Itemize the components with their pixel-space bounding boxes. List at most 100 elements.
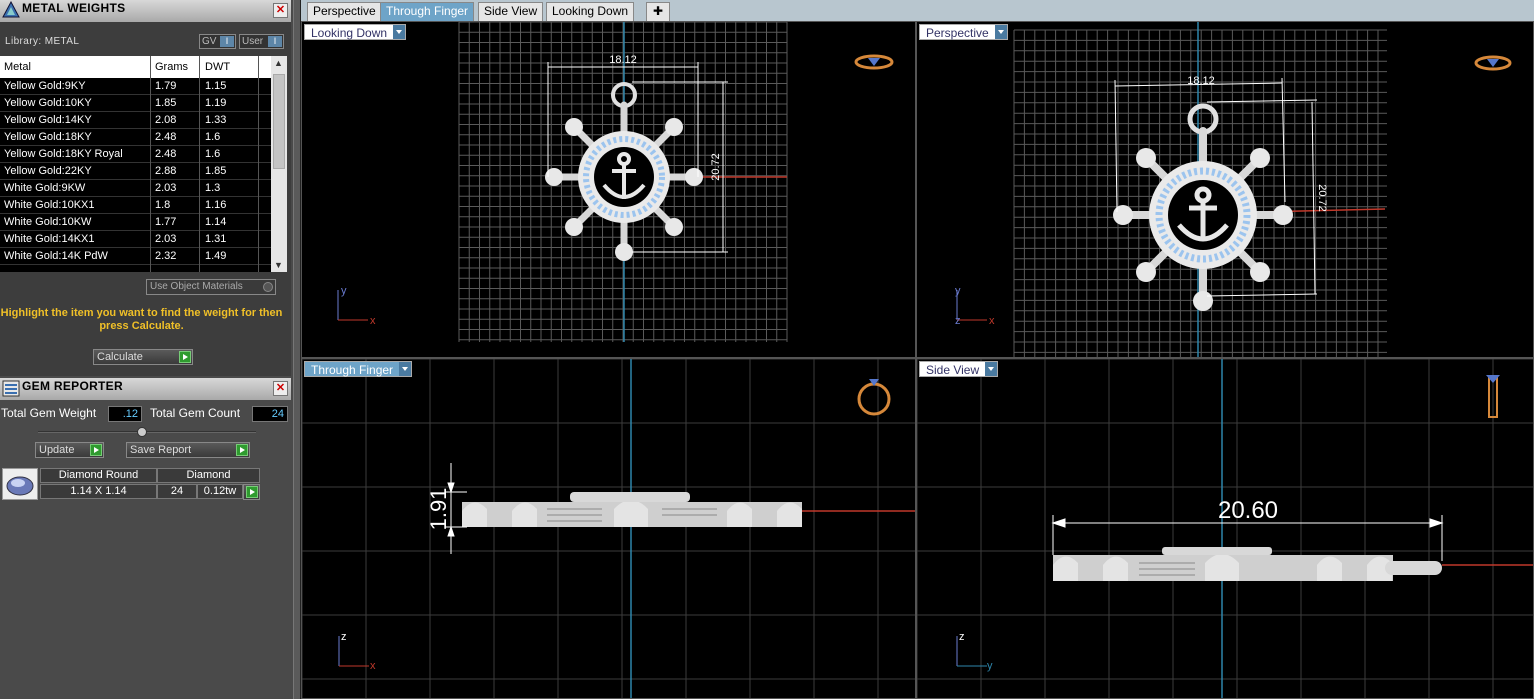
viewport-perspective[interactable]: 18.12 20.72 y z x Perspective (916, 21, 1534, 358)
viewport-menu-looking-down[interactable]: Looking Down (304, 24, 407, 40)
cell-metal: White Gold:14KX1 (4, 233, 95, 245)
column-header-dwt[interactable]: DWT (205, 61, 230, 73)
calculate-button[interactable]: Calculate (93, 349, 193, 365)
pendant-model[interactable] (545, 82, 703, 261)
viewport-canvas[interactable]: 18.12 20.72 y x (302, 22, 916, 358)
table-row[interactable]: White Gold:9KW 2.03 1.3 (0, 180, 287, 197)
cell-metal: White Gold:9KW (4, 182, 86, 194)
hint-text: Highlight the item you want to find the … (0, 307, 283, 332)
table-row[interactable]: White Gold:10KW 1.77 1.14 (0, 214, 287, 231)
cell-dwt: 1.14 (205, 216, 227, 228)
tab-perspective[interactable]: Perspective (307, 2, 382, 21)
view-orientation-icon[interactable] (854, 54, 894, 70)
panel-splitter[interactable] (293, 0, 301, 699)
cell-metal: Yellow Gold:10KY (4, 97, 92, 109)
metal-table-scrollbar[interactable]: ▲ ▼ (271, 56, 287, 272)
tab-side-view[interactable]: Side View (478, 2, 544, 21)
toggle-indicator-icon: I (268, 36, 282, 47)
dim-length-label: 20.60 (1218, 497, 1278, 524)
scroll-thumb[interactable] (273, 74, 285, 169)
slider-track[interactable] (38, 431, 256, 433)
viewport-menu-through-finger[interactable]: Through Finger (304, 361, 413, 377)
chevron-down-icon (393, 25, 406, 39)
slider-handle[interactable] (137, 427, 147, 437)
table-row[interactable]: Yellow Gold:10KY 1.85 1.19 (0, 95, 287, 112)
update-label: Update (39, 444, 75, 456)
cell-dwt: 1.19 (205, 97, 227, 109)
close-icon[interactable]: ✕ (273, 381, 288, 396)
svg-text:y: y (955, 285, 961, 297)
viewport-side-view[interactable]: 20.60 z y Side View (916, 358, 1534, 699)
play-icon (246, 486, 258, 498)
gem-detail-button[interactable] (243, 484, 260, 500)
cell-dwt: 1.6 (205, 131, 221, 143)
view-tab-bar: Perspective Through Finger Side View Loo… (301, 0, 1534, 21)
add-tab-icon[interactable]: ✚ (646, 2, 670, 21)
gv-toggle[interactable]: GV I (199, 34, 236, 49)
svg-text:x: x (370, 315, 376, 327)
view-orientation-icon[interactable] (1474, 55, 1512, 71)
axis-gizmo: z x (338, 631, 376, 672)
cell-metal: Yellow Gold:9KY (4, 80, 86, 92)
total-gem-weight-value: .12 (108, 406, 142, 422)
cell-grams: 1.85 (155, 97, 177, 109)
gem-weight-cell: 0.12tw (197, 484, 243, 499)
pendant-model[interactable] (1113, 103, 1293, 311)
viewport-canvas[interactable]: 20.60 z y (917, 359, 1534, 699)
dim-width-label: 18.12 (1187, 75, 1215, 87)
column-header-metal[interactable]: Metal (4, 61, 31, 73)
cell-grams: 2.32 (155, 250, 177, 262)
metal-table[interactable]: Metal Grams DWT Yellow Gold:9KY 1.79 1.15 Y… (0, 56, 287, 272)
dim-height-label: 20.72 (710, 153, 722, 181)
cell-metal: Yellow Gold:22KY (4, 165, 92, 177)
play-icon (179, 351, 191, 363)
table-row[interactable]: White Gold:14K PdW 2.32 1.49 (0, 248, 287, 265)
viewport-through-finger[interactable]: 1.91 z x Through Finger (301, 358, 916, 699)
column-header-grams[interactable]: Grams (155, 61, 188, 73)
pendant-side-model[interactable] (1053, 547, 1442, 581)
svg-text:z: z (959, 631, 965, 643)
scroll-up-icon[interactable]: ▲ (274, 58, 283, 68)
diamond-round-icon (6, 476, 34, 496)
gem-list-item[interactable]: Diamond Round Diamond 1.14 X 1.14 24 0.1… (2, 468, 260, 500)
table-row[interactable]: Yellow Gold:9KY 1.79 1.15 (0, 78, 287, 95)
tab-looking-down[interactable]: Looking Down (546, 2, 635, 21)
table-row[interactable]: Yellow Gold:22KY 2.88 1.85 (0, 163, 287, 180)
gv-toggle-label: GV (202, 36, 217, 47)
metal-weights-title: METAL WEIGHTS (22, 1, 126, 15)
table-row[interactable]: Yellow Gold:14KY 2.08 1.33 (0, 112, 287, 129)
update-button[interactable]: Update (35, 442, 104, 458)
calculate-label: Calculate (97, 351, 143, 363)
table-row[interactable]: White Gold:10KX1 1.8 1.16 (0, 197, 287, 214)
gem-shape-cell: Diamond Round (40, 468, 157, 483)
gem-reporter-body: Total Gem Weight .12 Total Gem Count 24 … (0, 400, 291, 699)
ring-view-icon[interactable] (857, 379, 891, 416)
cell-grams: 1.77 (155, 216, 177, 228)
table-row[interactable]: White Gold:14KX1 2.03 1.31 (0, 231, 287, 248)
user-toggle-label: User (242, 36, 264, 47)
viewport-menu-side-view[interactable]: Side View (919, 361, 999, 377)
axis-gizmo: z y (956, 631, 993, 672)
viewport-menu-perspective[interactable]: Perspective (919, 24, 1008, 40)
use-object-materials-toggle[interactable]: Use Object Materials (146, 279, 276, 295)
user-toggle[interactable]: User I (239, 34, 284, 49)
viewport-canvas[interactable]: 18.12 20.72 y z x (917, 22, 1534, 358)
table-row[interactable]: Yellow Gold:18KY 2.48 1.6 (0, 129, 287, 146)
viewport-looking-down[interactable]: 18.12 20.72 y x Looking Down (301, 21, 916, 358)
cell-dwt: 1.31 (205, 233, 227, 245)
cell-dwt: 1.6 (205, 148, 221, 160)
table-row[interactable]: Yellow Gold:18KY Royal 2.48 1.6 (0, 146, 287, 163)
save-report-button[interactable]: Save Report (126, 442, 250, 458)
scroll-down-icon[interactable]: ▼ (274, 260, 283, 270)
close-icon[interactable]: ✕ (273, 3, 288, 18)
use-object-materials-label: Use Object Materials (150, 281, 243, 292)
cell-dwt: 1.15 (205, 80, 227, 92)
tab-through-finger[interactable]: Through Finger (380, 2, 475, 21)
viewport-canvas[interactable]: 1.91 z x (302, 359, 916, 699)
cell-grams: 2.48 (155, 131, 177, 143)
pendant-side-model[interactable] (462, 492, 802, 527)
cell-dwt: 1.33 (205, 114, 227, 126)
cell-metal: White Gold:10KW (4, 216, 92, 228)
svg-text:x: x (989, 315, 995, 327)
library-label: Library: METAL (5, 36, 80, 47)
